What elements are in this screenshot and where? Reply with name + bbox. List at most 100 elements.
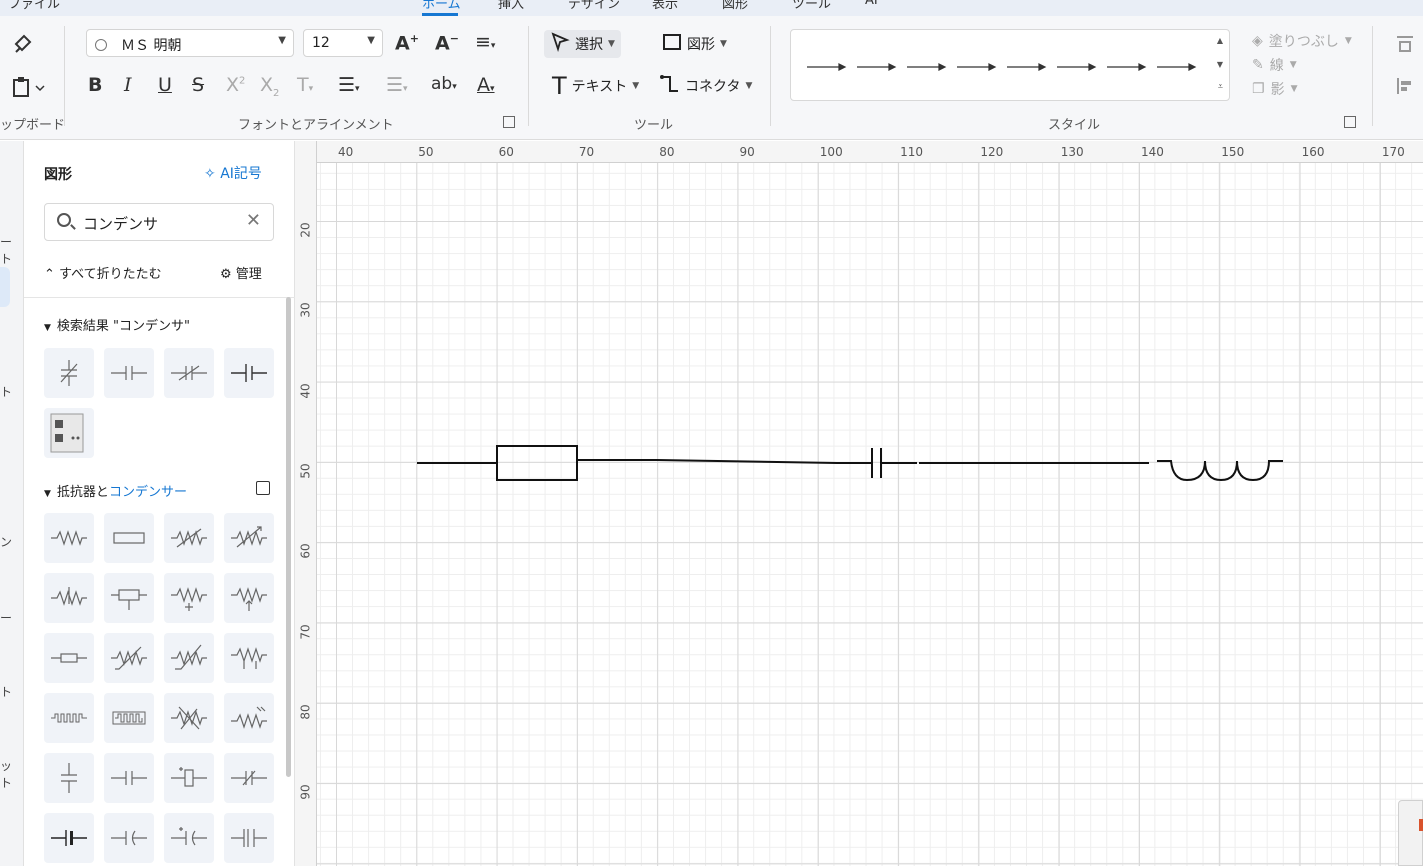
shape-potentiometer[interactable] [164, 573, 214, 623]
menu-view[interactable]: 表示 [652, 0, 678, 12]
connector-tool-button[interactable]: コネクタ ▼ [652, 72, 758, 100]
gallery-up-icon[interactable]: ▲ [1217, 36, 1223, 45]
underline-icon[interactable]: U [158, 76, 172, 95]
decrease-font-icon[interactable]: A− [435, 33, 459, 53]
collapse-all-button[interactable]: ⌃ すべて折りたたむ [44, 263, 162, 282]
menu-insert[interactable]: 挿入 [498, 0, 524, 12]
menu-file[interactable]: ファイル [8, 0, 60, 12]
bold-icon[interactable]: B [88, 76, 102, 95]
library-person-icon[interactable] [256, 481, 270, 495]
library-header[interactable]: ▼ 抵抗器とコンデンサー [44, 481, 187, 500]
shape-potentiometer-box[interactable] [104, 573, 154, 623]
line-spacing-icon[interactable]: ☰▾ [338, 76, 360, 95]
clear-search-icon[interactable]: ✕ [246, 210, 261, 231]
shape-nonlinear-resistor[interactable] [164, 693, 214, 743]
circuit-diagram[interactable] [295, 141, 1423, 866]
minimap-toggle[interactable] [1398, 800, 1423, 866]
menu-home[interactable]: ホーム [422, 0, 461, 12]
superscript-icon[interactable]: X2 [226, 76, 245, 95]
connector-icon [658, 73, 680, 100]
capacitor-shape[interactable] [871, 448, 882, 478]
shape-thermistor[interactable] [104, 633, 154, 683]
shape-capacitor-double[interactable] [224, 813, 274, 863]
shape-variable-resistor[interactable] [164, 513, 214, 563]
italic-icon[interactable]: I [124, 76, 132, 95]
shape-capacitor-tuning[interactable] [224, 753, 274, 803]
fill-label: 塗りつぶし [1268, 34, 1339, 50]
bullet-list-icon[interactable]: ☰▾ [386, 76, 408, 95]
menu-ai[interactable]: AI [865, 0, 878, 8]
shape-polarized-capacitor-2[interactable] [44, 813, 94, 863]
font-size-select[interactable]: 12 ▼ [303, 29, 383, 57]
shape-heater[interactable] [44, 693, 94, 743]
wire-middle[interactable] [577, 459, 872, 464]
shape-electrolytic-capacitor[interactable] [164, 753, 214, 803]
expand-dialog-icon[interactable] [503, 116, 515, 128]
shape-variable-capacitor[interactable] [44, 348, 94, 398]
nav-item[interactable]: ー [0, 609, 12, 626]
ai-symbol-label: AI記号 [220, 166, 262, 182]
pointer-icon [550, 31, 570, 57]
shape-polarized-capacitor-curved[interactable] [164, 813, 214, 863]
nav-item[interactable]: ット [0, 757, 23, 791]
shape-capacitor[interactable] [104, 348, 154, 398]
shape-resistor-tapped[interactable] [44, 573, 94, 623]
shape-resistor-zigzag[interactable] [44, 513, 94, 563]
subscript-icon[interactable]: X2 [260, 76, 279, 99]
select-tool-button[interactable]: 選択 ▼ [544, 30, 621, 58]
nav-item[interactable]: ト [0, 683, 12, 700]
shape-heater-box[interactable] [104, 693, 154, 743]
shape-adjustable-resistor[interactable] [224, 513, 274, 563]
ai-symbol-button[interactable]: ✧ AI記号 [204, 163, 262, 183]
font-family-select[interactable]: ＭＳ 明朝 ▼ [86, 29, 294, 57]
gallery-expand-icon[interactable]: ⩡ [1218, 82, 1223, 92]
line-button[interactable]: ✎ 線 ▼ [1252, 55, 1297, 75]
shape-resistor-box[interactable] [104, 513, 154, 563]
search-results-header[interactable]: ▼ 検索結果 "コンデンサ" [44, 315, 190, 334]
font-family-value: ＭＳ 明朝 [121, 38, 182, 54]
nav-item[interactable]: ト [0, 383, 12, 400]
shape-varistor[interactable] [164, 633, 214, 683]
inductor-shape[interactable] [1157, 460, 1283, 482]
text-tool-button[interactable]: T テキスト ▼ [546, 72, 645, 100]
paste-icon[interactable] [12, 76, 46, 102]
text-highlight-icon[interactable]: ab▾ [431, 76, 457, 93]
line-style-gallery[interactable]: ▲ ▼ ⩡ [790, 29, 1230, 101]
gallery-down-icon[interactable]: ▼ [1217, 60, 1223, 69]
shape-polarized-capacitor[interactable] [224, 348, 274, 398]
manage-button[interactable]: ⚙ 管理 [220, 263, 262, 282]
panel-scrollbar[interactable] [286, 297, 291, 777]
shape-photoresistor[interactable] [224, 693, 274, 743]
shape-capacitor-curved[interactable] [104, 813, 154, 863]
shape-trimmer-capacitor[interactable] [164, 348, 214, 398]
fill-button[interactable]: ◈ 塗りつぶし ▼ [1252, 31, 1352, 51]
shape-capacitor-vertical[interactable] [44, 753, 94, 803]
minimap-marker-icon [1419, 819, 1423, 831]
font-color-icon[interactable]: A▾ [477, 76, 495, 95]
shape-capacitor-small[interactable] [104, 753, 154, 803]
shape-potentiometer-arrow[interactable] [224, 573, 274, 623]
align-icon[interactable]: ≡▾ [475, 33, 495, 52]
increase-font-icon[interactable]: A+ [395, 33, 419, 53]
menu-tools[interactable]: ツール [792, 0, 831, 12]
resistor-shape[interactable] [496, 445, 578, 481]
shape-capacitor-module[interactable] [44, 408, 94, 458]
text-case-icon[interactable]: T▾ [297, 76, 313, 95]
nav-item[interactable]: ート [0, 233, 23, 267]
shape-tool-button[interactable]: 図形 ▼ [656, 30, 733, 58]
shape-search-input[interactable]: コンデンサ ✕ [44, 203, 274, 241]
bring-front-icon[interactable] [1395, 34, 1415, 58]
shape-fuse-resistor[interactable] [44, 633, 94, 683]
shadow-button[interactable]: ❐ 影 ▼ [1252, 79, 1297, 99]
expand-dialog-icon[interactable] [1344, 116, 1356, 128]
drawing-canvas[interactable]: 40 50 60 70 80 90 100 110 120 130 140 150 160 170 20 3… [295, 141, 1423, 866]
align-left-icon[interactable] [1395, 76, 1415, 100]
strikethrough-icon[interactable]: S [192, 76, 204, 95]
shape-resistor-taps[interactable] [224, 633, 274, 683]
nav-item[interactable]: ン [0, 533, 12, 550]
shapes-panel: 図形 ✧ AI記号 コンデンサ ✕ ⌃ すべて折りたたむ ⚙ 管理 ▼ 検索結果 … [24, 141, 295, 866]
menu-shape[interactable]: 図形 [722, 0, 748, 12]
style-group-label: スタイル [1048, 118, 1101, 133]
menu-design[interactable]: デザイン [568, 0, 620, 12]
format-painter-icon[interactable] [12, 32, 34, 58]
